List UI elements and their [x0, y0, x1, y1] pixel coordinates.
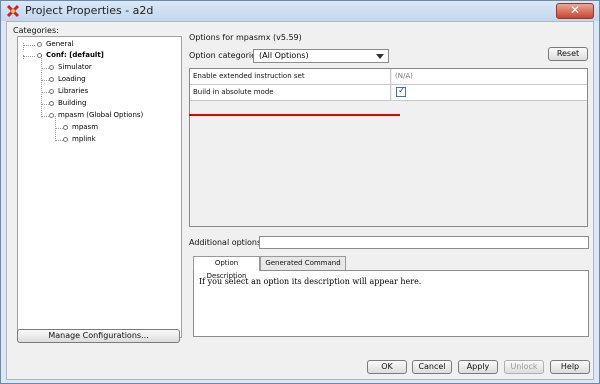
- tree-node-icon: [49, 89, 54, 94]
- manage-configurations-button[interactable]: Manage Configurations...: [17, 329, 180, 343]
- help-button[interactable]: Help: [550, 360, 590, 374]
- tree-item-label: Building: [58, 99, 87, 107]
- tree-item-label: mpasm: [72, 123, 99, 131]
- tree-node-icon: [49, 65, 54, 70]
- option-categories-select[interactable]: (All Options): [253, 49, 389, 63]
- option-row-extended-instruction-set[interactable]: Enable extended instruction set (N/A): [190, 69, 587, 85]
- tree-item-libraries[interactable]: Libraries: [18, 86, 178, 98]
- dialog-content: Categories: General Conf: [default] Simu…: [6, 21, 594, 380]
- option-value-cell: (N/A): [392, 69, 587, 84]
- option-name: Build in absolute mode: [193, 88, 274, 96]
- tree-item-label: mplink: [72, 135, 96, 143]
- project-properties-window: Project Properties - a2d ✕ Categories: G…: [0, 0, 600, 384]
- tree-item-mpasm-global[interactable]: mpasm (Global Options): [18, 110, 178, 122]
- tree-item-conf[interactable]: Conf: [default]: [18, 50, 178, 62]
- apply-button[interactable]: Apply: [458, 360, 498, 374]
- additional-options-label: Additional options:: [189, 238, 264, 247]
- tree-item-label: Libraries: [58, 87, 89, 95]
- ok-button[interactable]: OK: [367, 360, 407, 374]
- options-for-title: Options for mpasmx (v5.59): [189, 33, 302, 42]
- tree-item-mplink[interactable]: mplink: [18, 134, 178, 146]
- categories-tree[interactable]: General Conf: [default] Simulator Loadin…: [17, 36, 182, 338]
- tree-item-label: General: [46, 40, 74, 48]
- tree-node-icon: [49, 113, 54, 118]
- tree-node-icon: [63, 137, 68, 142]
- option-categories-value: (All Options): [259, 51, 309, 60]
- tree-node-icon: [37, 42, 42, 47]
- tree-node-icon: [63, 125, 68, 130]
- cancel-button[interactable]: Cancel: [412, 360, 452, 374]
- categories-label: Categories:: [13, 26, 59, 35]
- tree-item-label: Simulator: [58, 63, 92, 71]
- option-name: Enable extended instruction set: [193, 72, 305, 80]
- tree-item-mpasm[interactable]: mpasm: [18, 122, 178, 134]
- option-name-cell: Enable extended instruction set: [190, 69, 391, 84]
- tree-item-label: mpasm (Global Options): [58, 111, 144, 119]
- window-title: Project Properties - a2d: [25, 4, 154, 17]
- reset-button[interactable]: Reset: [548, 47, 588, 61]
- app-icon: [6, 4, 20, 18]
- tree-item-building[interactable]: Building: [18, 98, 178, 110]
- tree-item-label: Conf: [default]: [46, 51, 104, 59]
- tree-item-loading[interactable]: Loading: [18, 74, 178, 86]
- absolute-mode-checkbox[interactable]: ✓: [396, 86, 406, 97]
- tab-option-description[interactable]: Option Description: [193, 256, 260, 280]
- option-categories-label: Option categories:: [189, 51, 263, 60]
- description-panel: If you select an option its description …: [193, 270, 589, 337]
- title-bar: Project Properties - a2d ✕: [1, 1, 599, 21]
- tree-item-label: Loading: [58, 75, 86, 83]
- unlock-button[interactable]: Unlock: [504, 360, 544, 374]
- option-value-cell: ✓: [392, 85, 587, 100]
- tab-generated-command-line[interactable]: Generated Command Line: [260, 256, 346, 280]
- option-name-cell: Build in absolute mode: [190, 85, 391, 100]
- checkmark-icon: ✓: [398, 86, 406, 96]
- option-row-absolute-mode[interactable]: Build in absolute mode ✓: [190, 85, 587, 101]
- highlight-underline: [189, 114, 400, 116]
- tree-node-icon: [49, 77, 54, 82]
- additional-options-input[interactable]: [259, 236, 589, 249]
- chevron-down-icon: [376, 54, 384, 59]
- close-button[interactable]: ✕: [556, 3, 594, 19]
- option-value: (N/A): [395, 72, 413, 80]
- options-grid: Enable extended instruction set (N/A) Bu…: [189, 68, 588, 227]
- tree-item-simulator[interactable]: Simulator: [18, 62, 178, 74]
- tree-node-icon: [37, 53, 42, 58]
- tree-node-icon: [49, 101, 54, 106]
